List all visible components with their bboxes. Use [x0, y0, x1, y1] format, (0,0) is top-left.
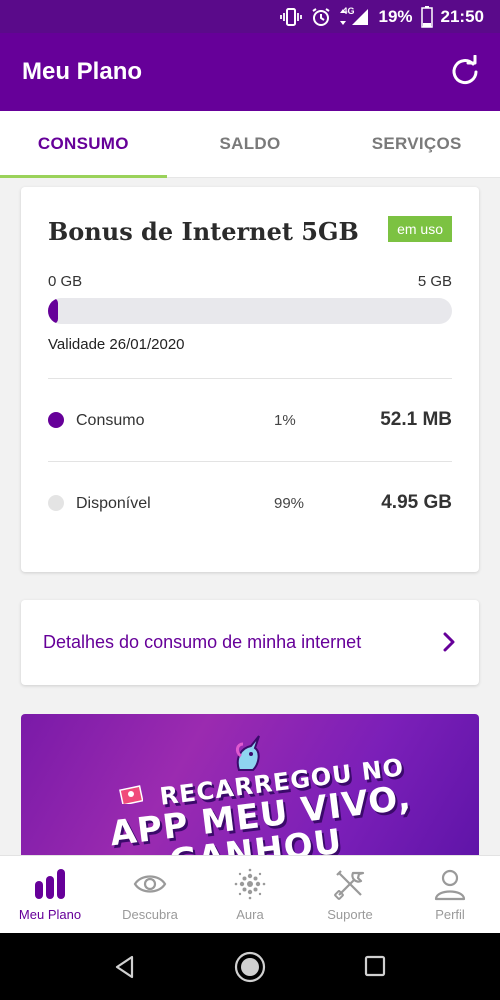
eye-icon [133, 875, 167, 893]
tab-bar: CONSUMO SALDO SERVIÇOS [0, 111, 500, 178]
nav-descubra[interactable]: Descubra [100, 856, 200, 933]
usage-row-disponivel: Disponível 99% 4.95 GB [48, 483, 452, 523]
consumo-dot [48, 412, 64, 428]
nav-label: Meu Plano [18, 907, 82, 922]
user-icon [434, 869, 466, 901]
nav-suporte[interactable]: Suporte [300, 856, 400, 933]
usage-row-consumo: Consumo 1% 52.1 MB [48, 400, 452, 440]
recents-icon[interactable] [364, 955, 386, 977]
system-navigation-bar [0, 933, 500, 1000]
row-percent: 99% [274, 495, 305, 512]
promo-banner[interactable]: RECARREGOU NO APP MEU VIVO, GANHOU [21, 714, 479, 859]
aura-dots-icon [234, 868, 266, 900]
unicorn-icon [229, 734, 265, 774]
alarm-icon [310, 6, 332, 28]
row-label: Consumo [76, 412, 145, 429]
status-bar: 4G 19% 21:50 [0, 0, 500, 33]
consumption-details-link[interactable]: Detalhes do consumo de minha internet [21, 600, 479, 685]
validity-label: Validade 26/01/2020 [48, 336, 185, 353]
battery-icon [420, 6, 433, 28]
nav-perfil[interactable]: Perfil [400, 856, 500, 933]
chevron-right-icon [439, 630, 459, 654]
plan-title: Bonus de Internet 5GB [48, 217, 359, 246]
details-label: Detalhes do consumo de minha internet [43, 632, 362, 652]
tools-icon [334, 870, 365, 900]
divider [48, 378, 452, 379]
network-type-label: 4G [342, 6, 355, 16]
back-icon[interactable] [112, 954, 138, 980]
range-max-label: 5 GB [417, 273, 452, 290]
row-value: 52.1 MB [380, 409, 452, 430]
signal-icon: 4G [340, 6, 370, 28]
bar-chart-icon [35, 869, 65, 899]
divider [48, 461, 452, 462]
refresh-icon[interactable] [448, 54, 482, 89]
row-percent: 1% [274, 412, 296, 429]
gift-icon [119, 782, 144, 806]
disponivel-dot [48, 495, 64, 511]
status-icons: 4G 19% 21:50 [280, 6, 484, 28]
status-badge: em uso [388, 216, 452, 242]
row-value: 4.95 GB [381, 492, 452, 513]
nav-label: Aura [236, 907, 264, 922]
row-label: Disponível [76, 495, 151, 512]
nav-label: Suporte [327, 907, 373, 922]
nav-aura[interactable]: Aura [200, 856, 300, 933]
page-title: Meu Plano [22, 58, 143, 85]
nav-label: Perfil [435, 907, 465, 922]
app-bar: Meu Plano [0, 33, 500, 111]
tab-servicos[interactable]: SERVIÇOS [333, 111, 500, 177]
clock: 21:50 [440, 7, 484, 26]
tab-consumo[interactable]: CONSUMO [0, 111, 167, 178]
range-min-label: 0 GB [48, 273, 83, 290]
usage-progress-fill [48, 298, 59, 324]
bottom-navigation: Meu Plano Descubra Aura Suporte Perfil [0, 855, 500, 933]
battery-percent: 19% [378, 7, 413, 26]
plan-card: Bonus de Internet 5GB em uso 0 GB 5 GB V… [21, 187, 479, 572]
home-icon[interactable] [233, 950, 267, 984]
usage-progress-bar [48, 298, 452, 324]
tab-saldo[interactable]: SALDO [167, 111, 334, 177]
nav-label: Descubra [122, 907, 178, 922]
nav-meu-plano[interactable]: Meu Plano [0, 856, 100, 933]
vibrate-icon [280, 6, 303, 28]
